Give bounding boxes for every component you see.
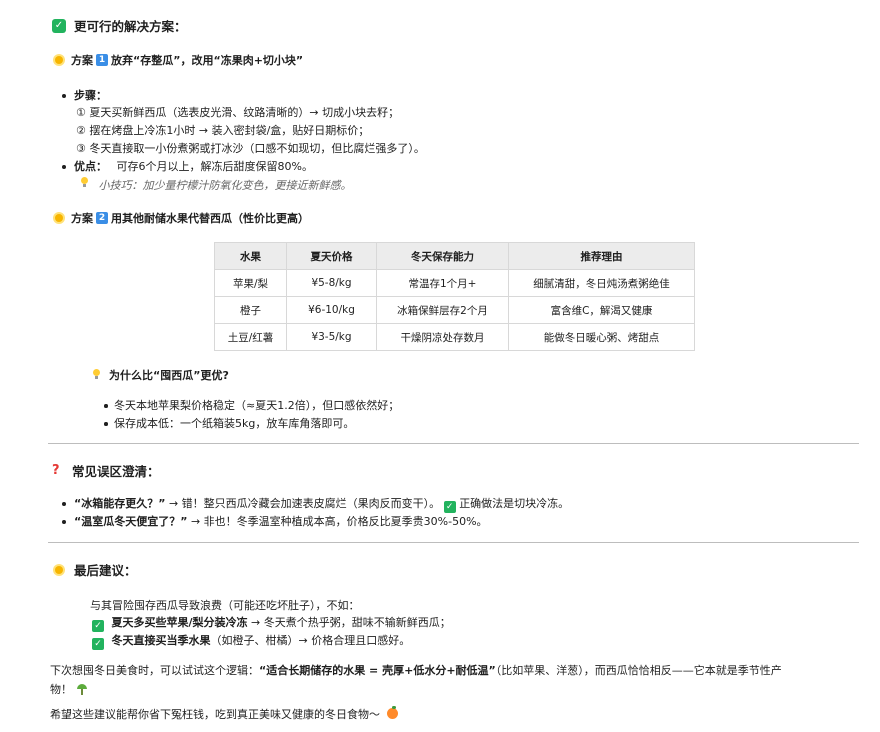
closing-paragraph-line: 下次想囤冬日美食时，可以试试这个逻辑：“适合长期储存的水果 = 壳厚+低水分+耐… (50, 664, 782, 677)
section-divider (48, 542, 859, 543)
step-item: ① 夏天买新鲜西瓜（选表皮光滑、纹路清晰的）→ 切成小块去籽； (76, 106, 400, 119)
step-item: ② 摆在烤盘上冷冻1小时 → 装入密封袋/盒，贴好日期标价； (76, 124, 370, 137)
plan-b-heading: 方案 2 用其他耐储水果代替西瓜（性价比更高） (52, 210, 309, 226)
fruit-comparison-table: 水果 夏天价格 冬天保存能力 推荐理由 苹果/梨 ¥5-8/kg 常温存1个月+… (214, 242, 695, 351)
advice-item: ✓ 冬天直接买当季水果（如橙子、柑橘）→ 价格合理且口感好。 (92, 632, 410, 650)
table-cell: 能做冬日暖心粥、烤甜点 (508, 323, 695, 351)
table-row: 橙子 ¥6-10/kg 冰箱保鲜层存2个月 富含维C，解渴又健康 (214, 296, 695, 324)
table-header-cell: 水果 (214, 242, 287, 270)
misconception-item: “温室瓜冬天便宜了？” → 非也！冬季温室种植成本高，价格反比夏季贵30%-50… (74, 515, 488, 528)
table-header-cell: 冬天保存能力 (376, 242, 509, 270)
check-mark-icon: ✓ (52, 18, 66, 33)
light-bulb-icon (92, 369, 101, 381)
check-mark-icon: ✓ (443, 501, 456, 513)
bullet-dot (62, 165, 66, 169)
pros-line: 优点： 可存6个月以上，解冻后甜度保留80%。 (74, 160, 313, 173)
table-cell: 干燥阴凉处存数月 (376, 323, 509, 351)
bullet-dot (104, 404, 108, 408)
table-cell: 细腻清甜，冬日炖汤煮粥绝佳 (508, 269, 695, 297)
misconception-item: “冰箱能存更久？” → 错！整只西瓜冷藏会加速表皮腐烂（果肉反而变干）。 ✓ 正… (74, 497, 570, 513)
bullet-dot (104, 422, 108, 426)
number-one-icon: 1 (96, 54, 108, 66)
closing-paragraph-line: 物！ (50, 681, 88, 697)
bullet-dot (62, 520, 66, 524)
plan-a-heading: 方案 1 放弃“存整瓜”，改用“冻果肉+切小块” (52, 52, 303, 68)
advice-item: ✓ 夏天多买些苹果/梨分装冷冻 → 冬天煮个热乎粥，甜味不输新鲜西瓜； (92, 614, 451, 632)
sun-icon (52, 211, 66, 225)
list-item: 冬天本地苹果梨价格稳定（≈夏天1.2倍），但口感依然好； (114, 399, 400, 412)
table-cell: 冰箱保鲜层存2个月 (376, 296, 509, 324)
section-divider (48, 443, 859, 444)
advice-intro: 与其冒险囤存西瓜导致浪费（可能还吃坏肚子），不如： (90, 599, 360, 612)
table-row: 苹果/梨 ¥5-8/kg 常温存1个月+ 细腻清甜，冬日炖汤煮粥绝佳 (214, 269, 695, 297)
table-cell: 苹果/梨 (214, 269, 287, 297)
bullet-dot (62, 94, 66, 98)
table-row: 土豆/红薯 ¥3-5/kg 干燥阴凉处存数月 能做冬日暖心粥、烤甜点 (214, 323, 695, 351)
step-item: ③ 冬天直接取一小份煮粥或打冰沙（口感不如现切，但比腐烂强多了）。 (76, 142, 425, 155)
check-mark-icon: ✓ (92, 620, 104, 632)
table-header-cell: 夏天价格 (286, 242, 377, 270)
list-item: 保存成本低：一个纸箱装5kg，放车库角落即可。 (114, 417, 355, 430)
section-title-final-advice: 最后建议： (52, 560, 137, 579)
table-cell: 橙子 (214, 296, 287, 324)
number-two-icon: 2 (96, 212, 108, 224)
table-cell: ¥6-10/kg (286, 296, 377, 324)
section-title-misconceptions: ? 常见误区澄清： (52, 463, 160, 479)
seedling-icon (76, 683, 88, 695)
steps-label: 步骤： (74, 89, 107, 102)
tip-line: 小技巧：加少量柠檬汁防氧化变色，更接近新鲜感。 (80, 177, 352, 193)
bullet-dot (62, 502, 66, 506)
table-cell: 土豆/红薯 (214, 323, 287, 351)
section-title-solutions: ✓ 更可行的解决方案： (52, 16, 187, 35)
table-header-row: 水果 夏天价格 冬天保存能力 推荐理由 (214, 242, 695, 270)
table-cell: ¥5-8/kg (286, 269, 377, 297)
sun-icon (52, 563, 66, 577)
tangerine-icon (386, 706, 398, 719)
table-cell: ¥3-5/kg (286, 323, 377, 351)
why-better-heading: 为什么比“囤西瓜”更优? (92, 367, 229, 383)
table-header-cell: 推荐理由 (508, 242, 695, 270)
check-mark-icon: ✓ (92, 638, 104, 650)
light-bulb-icon (80, 177, 89, 189)
sun-icon (52, 53, 66, 67)
final-wish: 希望这些建议能帮你省下冤枉钱，吃到真正美味又健康的冬日食物～ (50, 706, 398, 722)
question-mark-icon: ? (52, 463, 60, 478)
table-cell: 常温存1个月+ (376, 269, 509, 297)
table-cell: 富含维C，解渴又健康 (508, 296, 695, 324)
